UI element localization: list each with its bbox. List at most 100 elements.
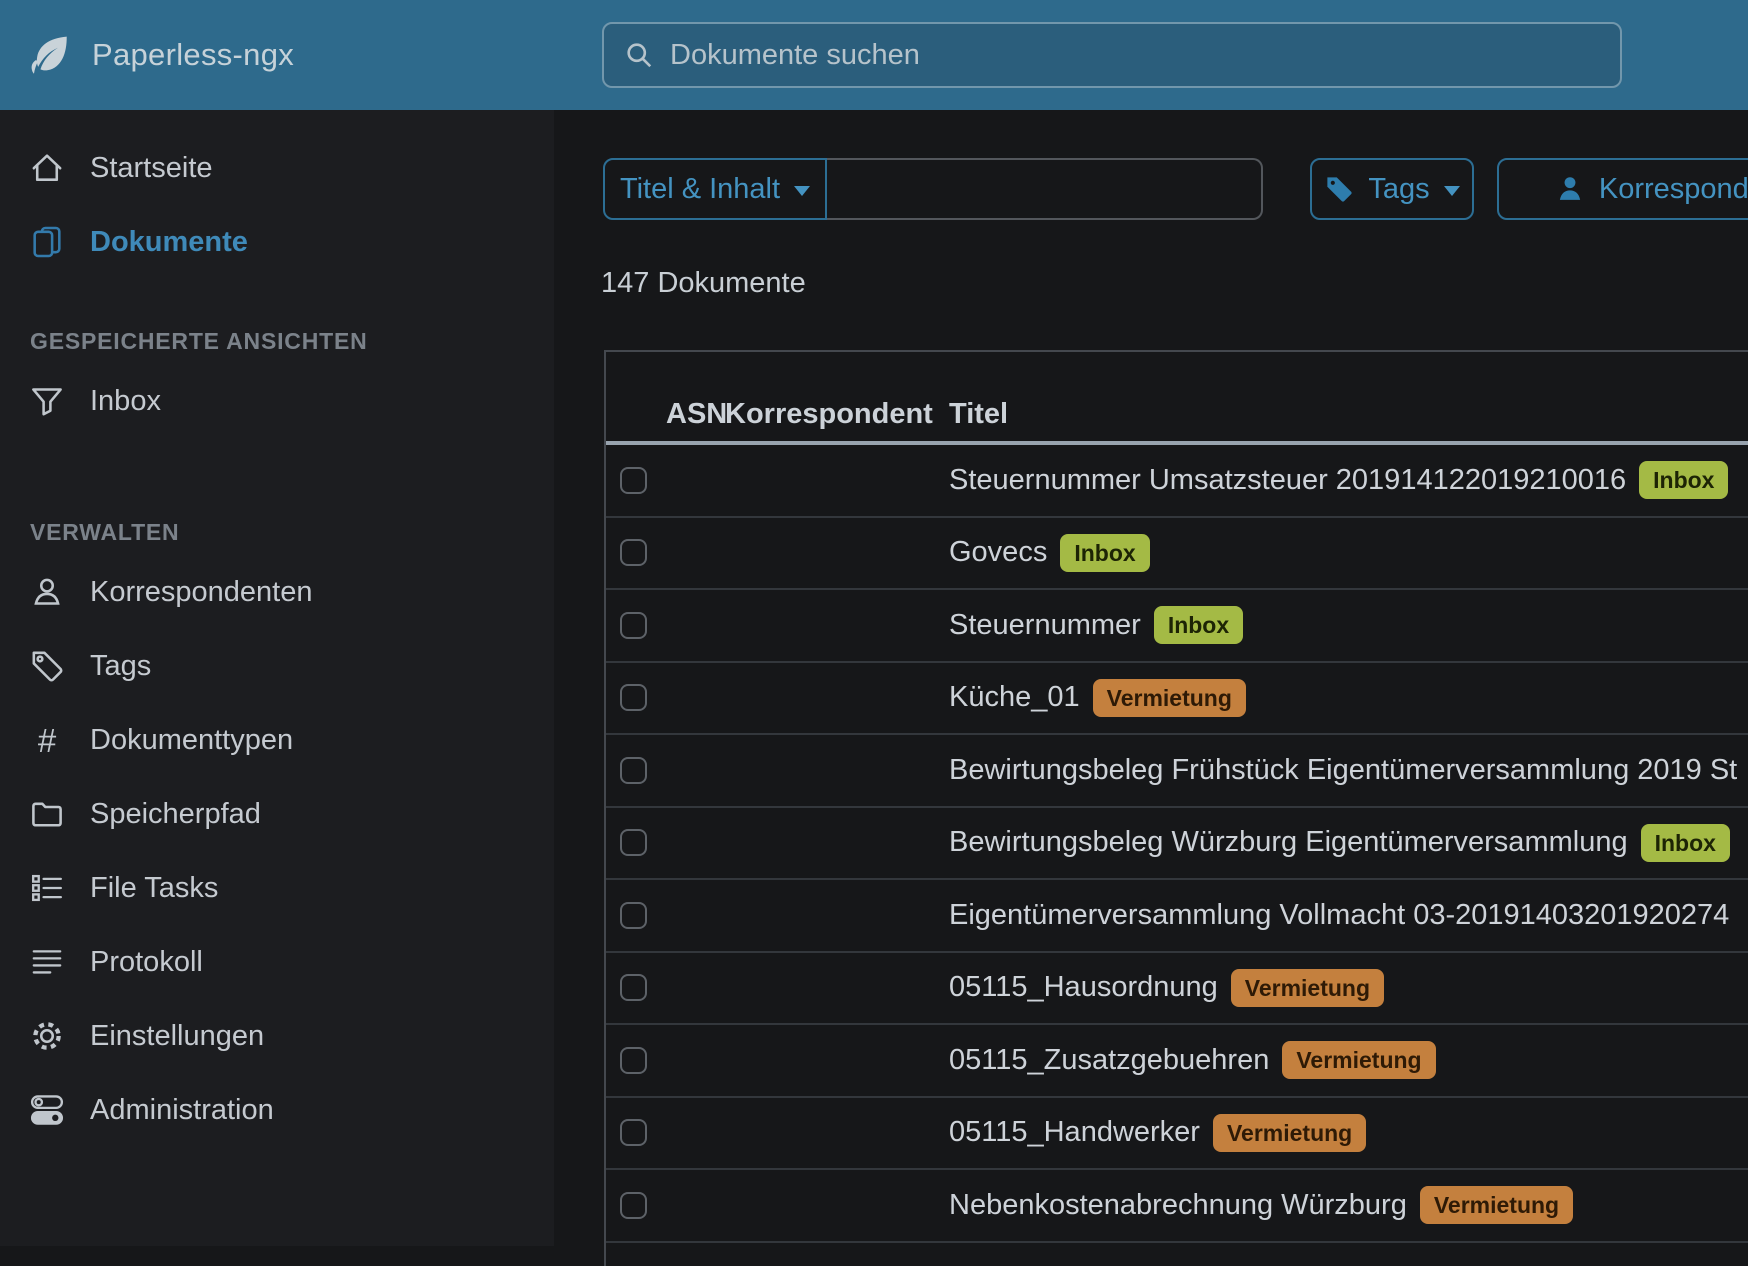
documents-icon	[30, 225, 64, 259]
tag-badge[interactable]: Vermietung	[1282, 1041, 1435, 1079]
sidebar: Startseite Dokumente GESPEICHERTE ANSICH…	[0, 110, 554, 1246]
sidebar-item-inbox[interactable]: Inbox	[0, 364, 554, 438]
column-header-korrespondent[interactable]: Korrespondent	[721, 398, 936, 441]
table-row: 05115_Hausordnung Vermietung	[606, 953, 1748, 1026]
sidebar-item-einstellungen[interactable]: Einstellungen	[0, 999, 554, 1073]
column-header-asn[interactable]: ASN	[656, 398, 721, 441]
document-title[interactable]: Govecs	[949, 536, 1047, 569]
sidebar-item-label: File Tasks	[90, 872, 218, 905]
sidebar-item-label: Einstellungen	[90, 1020, 264, 1053]
tag-badge[interactable]: Vermietung	[1093, 679, 1246, 717]
row-checkbox[interactable]	[620, 684, 647, 711]
sidebar-item-label: Protokoll	[90, 946, 203, 979]
text-lines-icon	[30, 945, 64, 979]
document-title[interactable]: Eigentümerversammlung Vollmacht 03-20191…	[949, 899, 1729, 932]
row-checkbox[interactable]	[620, 974, 647, 1001]
leaf-logo-icon	[28, 32, 74, 78]
sidebar-item-administration[interactable]: Administration	[0, 1073, 554, 1147]
table-row: Steuernummer Umsatzsteuer 20191412201921…	[606, 445, 1748, 518]
person-icon	[1555, 174, 1585, 204]
sidebar-item-dokumenttypen[interactable]: # Dokumenttypen	[0, 703, 554, 777]
sidebar-section-saved-views: GESPEICHERTE ANSICHTEN	[0, 326, 554, 356]
table-row: Govecs Inbox	[606, 518, 1748, 591]
search-input[interactable]	[668, 38, 1600, 73]
row-checkbox[interactable]	[620, 1047, 647, 1074]
row-checkbox[interactable]	[620, 467, 647, 494]
document-title[interactable]: 05115_Handwerker	[949, 1116, 1200, 1149]
tag-container: Inbox	[1639, 461, 1728, 499]
table-row: Bewirtungsbeleg Würzburg Eigentümerversa…	[606, 808, 1748, 881]
tag-badge[interactable]: Inbox	[1639, 461, 1728, 499]
sidebar-item-protokoll[interactable]: Protokoll	[0, 925, 554, 999]
row-checkbox[interactable]	[620, 829, 647, 856]
tag-badge[interactable]: Inbox	[1641, 824, 1730, 862]
tag-badge[interactable]: Inbox	[1154, 606, 1243, 644]
global-search	[602, 22, 1622, 88]
document-title[interactable]: Küche_01	[949, 681, 1080, 714]
sidebar-item-label: Dokumente	[90, 226, 248, 259]
sidebar-item-speicherpfad[interactable]: Speicherpfad	[0, 777, 554, 851]
filter-text-input[interactable]	[827, 158, 1263, 220]
toggles-icon	[30, 1093, 64, 1127]
document-title[interactable]: Bewirtungsbeleg Frühstück Eigentümervers…	[949, 754, 1737, 787]
filter-field-dropdown[interactable]: Titel & Inhalt	[603, 158, 827, 220]
tag-icon	[30, 649, 64, 683]
row-checkbox[interactable]	[620, 1119, 647, 1146]
tag-badge[interactable]: Vermietung	[1420, 1186, 1573, 1224]
document-title[interactable]: Bewirtungsbeleg Würzburg Eigentümerversa…	[949, 826, 1628, 859]
sidebar-item-startseite[interactable]: Startseite	[0, 131, 554, 205]
correspondent-filter-dropdown[interactable]: Korrespondent	[1497, 158, 1748, 220]
header-checkbox-cell	[606, 431, 656, 441]
column-header-titel[interactable]: Titel	[936, 398, 1748, 441]
sidebar-item-label: Korrespondenten	[90, 576, 313, 609]
correspondent-filter-label: Korrespondent	[1599, 173, 1748, 206]
document-title[interactable]: Steuernummer Umsatzsteuer 20191412201921…	[949, 464, 1626, 497]
document-count: 147 Dokumente	[601, 267, 806, 300]
row-checkbox[interactable]	[620, 902, 647, 929]
row-checkbox[interactable]	[620, 757, 647, 784]
row-checkbox[interactable]	[620, 612, 647, 639]
row-checkbox[interactable]	[620, 1192, 647, 1219]
app-brand[interactable]: Paperless-ngx	[28, 0, 294, 110]
tag-badge[interactable]: Vermietung	[1231, 969, 1384, 1007]
row-checkbox[interactable]	[620, 539, 647, 566]
search-icon	[624, 40, 654, 70]
table-body: Steuernummer Umsatzsteuer 20191412201921…	[606, 445, 1748, 1243]
table-row: Nebenkostenabrechnung Würzburg Vermietun…	[606, 1170, 1748, 1243]
documents-table: ASN Korrespondent Titel Steuernummer Ums…	[604, 350, 1748, 1266]
tag-container: Vermietung	[1282, 1041, 1435, 1079]
document-title[interactable]: Steuernummer	[949, 609, 1141, 642]
document-title[interactable]: 05115_Zusatzgebuehren	[949, 1044, 1269, 1077]
table-row: 05115_Zusatzgebuehren Vermietung	[606, 1025, 1748, 1098]
table-header-row: ASN Korrespondent Titel	[606, 352, 1748, 445]
table-row: Bewirtungsbeleg Frühstück Eigentümervers…	[606, 735, 1748, 808]
tag-badge[interactable]: Vermietung	[1213, 1114, 1366, 1152]
sidebar-item-file-tasks[interactable]: File Tasks	[0, 851, 554, 925]
document-title[interactable]: Nebenkostenabrechnung Würzburg	[949, 1189, 1407, 1222]
dropdown-caret-icon	[794, 186, 810, 196]
sidebar-item-label: Startseite	[90, 152, 213, 185]
tag-badge[interactable]: Inbox	[1060, 534, 1149, 572]
table-row: Küche_01 Vermietung	[606, 663, 1748, 736]
sidebar-item-label: Administration	[90, 1094, 274, 1127]
sidebar-item-dokumente[interactable]: Dokumente	[0, 205, 554, 279]
sidebar-section-manage: VERWALTEN	[0, 517, 554, 547]
documents-page: Titel & Inhalt Tags Korrespondent 147 Do…	[554, 110, 1748, 1246]
tag-container: Vermietung	[1231, 969, 1384, 1007]
dropdown-caret-icon	[1444, 186, 1460, 196]
sidebar-item-korrespondenten[interactable]: Korrespondenten	[0, 555, 554, 629]
person-icon	[30, 575, 64, 609]
tags-filter-dropdown[interactable]: Tags	[1310, 158, 1474, 220]
tag-container: Vermietung	[1420, 1186, 1573, 1224]
tag-container: Inbox	[1154, 606, 1243, 644]
sidebar-item-label: Tags	[90, 650, 151, 683]
funnel-icon	[30, 384, 64, 418]
table-row: Eigentümerversammlung Vollmacht 03-20191…	[606, 880, 1748, 953]
tags-filter-label: Tags	[1368, 173, 1429, 206]
tag-icon	[1324, 174, 1354, 204]
tag-container: Inbox	[1060, 534, 1149, 572]
table-row: Steuernummer Inbox	[606, 590, 1748, 663]
document-title[interactable]: 05115_Hausordnung	[949, 971, 1218, 1004]
sidebar-item-tags[interactable]: Tags	[0, 629, 554, 703]
tag-container: Vermietung	[1093, 679, 1246, 717]
